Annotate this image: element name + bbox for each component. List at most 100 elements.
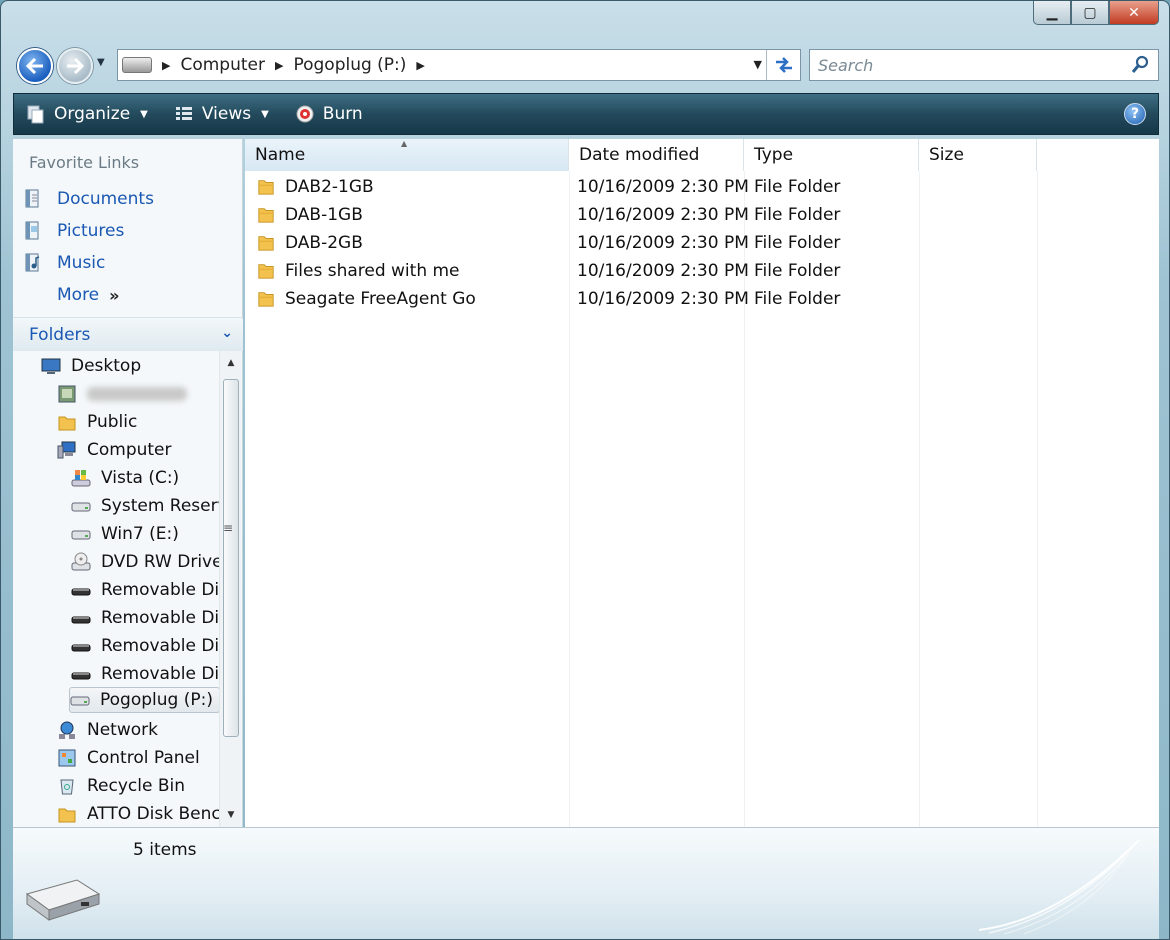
dvd-drive-icon — [71, 552, 91, 571]
desktop-icon — [41, 358, 61, 374]
burn-button[interactable]: Burn — [295, 104, 363, 124]
tree-item-user[interactable] — [57, 381, 187, 407]
file-name-cell[interactable]: DAB2-1GB — [257, 173, 374, 201]
search-box[interactable]: Search — [809, 49, 1159, 81]
search-input[interactable]: Search — [818, 56, 873, 75]
tree-item-desktop[interactable]: Desktop — [41, 353, 141, 379]
tree-item-label: Computer — [87, 440, 172, 460]
column-header-label: Name — [255, 145, 306, 165]
file-row[interactable]: Files shared with me 10/16/2009 2:30 PM … — [245, 257, 1159, 285]
tree-item-removable-disk[interactable]: Removable Dis — [71, 605, 219, 631]
tree-item-win7-e[interactable]: Win7 (E:) — [71, 521, 179, 547]
scroll-down-arrow-icon[interactable]: ▼ — [220, 805, 242, 825]
navigation-bar: ▼ ▶ Computer ▶ Pogoplug (P:) ▶ ▼ Search — [13, 45, 1159, 87]
views-button[interactable]: Views ▼ — [174, 104, 269, 124]
breadcrumb-arrow-icon[interactable]: ▶ — [162, 59, 170, 72]
file-date: 10/16/2009 2:30 PM — [577, 233, 749, 253]
favorite-link-label: Music — [57, 253, 106, 273]
pictures-icon — [25, 221, 39, 240]
organize-label: Organize — [54, 104, 131, 124]
file-date: 10/16/2009 2:30 PM — [577, 289, 749, 309]
folder-tree: Desktop Public Computer Vista (C:) Syste… — [13, 351, 219, 827]
file-type: File Folder — [754, 233, 841, 253]
maximize-button[interactable]: ▢ — [1071, 1, 1109, 25]
scrollbar-thumb[interactable] — [223, 379, 239, 737]
tree-item-pogoplug-p[interactable]: Pogoplug (P:) — [69, 687, 219, 713]
column-header-size[interactable]: Size — [919, 139, 1037, 171]
breadcrumb-pogoplug[interactable]: Pogoplug (P:) — [293, 55, 406, 75]
more-links-button[interactable]: More » — [57, 283, 120, 307]
file-row[interactable]: Seagate FreeAgent Go 10/16/2009 2:30 PM … — [245, 285, 1159, 313]
address-dropdown-icon[interactable]: ▼ — [754, 58, 762, 71]
file-type: File Folder — [754, 205, 841, 225]
folder-icon — [258, 264, 274, 279]
burn-label: Burn — [322, 104, 363, 124]
tree-item-removable-disk[interactable]: Removable Dis — [71, 661, 219, 687]
file-row[interactable]: DAB2-1GB 10/16/2009 2:30 PM File Folder — [245, 173, 1159, 201]
file-row[interactable]: DAB-2GB 10/16/2009 2:30 PM File Folder — [245, 229, 1159, 257]
organize-button[interactable]: Organize ▼ — [26, 104, 148, 124]
double-chevron-icon: » — [109, 285, 120, 305]
file-type: File Folder — [754, 289, 841, 309]
breadcrumb-arrow-icon[interactable]: ▶ — [416, 59, 424, 72]
search-icon[interactable] — [1130, 55, 1150, 75]
removable-disk-icon — [71, 616, 91, 624]
file-name-cell[interactable]: DAB-1GB — [257, 201, 363, 229]
favorite-link-music[interactable]: Music — [23, 251, 105, 275]
chevron-down-icon[interactable]: ⌄ — [221, 325, 233, 341]
help-icon[interactable]: ? — [1124, 103, 1146, 125]
file-row[interactable]: DAB-1GB 10/16/2009 2:30 PM File Folder — [245, 201, 1159, 229]
recycle-bin-icon — [60, 779, 74, 795]
tree-item-control-panel[interactable]: Control Panel — [57, 745, 200, 771]
tree-item-system-reserved[interactable]: System Reserve — [71, 493, 219, 519]
drive-icon — [71, 530, 91, 540]
file-name: DAB2-1GB — [285, 177, 374, 197]
tree-item-dvd-drive[interactable]: DVD RW Drive — [71, 549, 219, 575]
breadcrumb-computer[interactable]: Computer — [180, 55, 265, 75]
file-name-cell[interactable]: Files shared with me — [257, 257, 460, 285]
organize-icon — [27, 105, 44, 124]
network-icon — [59, 721, 75, 739]
tree-item-label: Removable Dis — [101, 636, 219, 656]
favorite-link-pictures[interactable]: Pictures — [23, 219, 124, 243]
explorer-window: ▁ ▢ ✕ ▼ ▶ Computer ▶ Pogoplug (P:) ▶ ▼ S… — [0, 0, 1170, 940]
recent-pages-dropdown[interactable]: ▼ — [97, 57, 111, 75]
forward-arrow-icon — [67, 58, 84, 74]
column-header-date-modified[interactable]: Date modified — [569, 139, 744, 171]
column-header-label: Date modified — [579, 145, 700, 165]
file-name-cell[interactable]: Seagate FreeAgent Go — [257, 285, 476, 313]
item-count: 5 items — [133, 840, 197, 860]
music-icon — [25, 253, 40, 272]
computer-icon — [57, 441, 76, 459]
folders-title: Folders — [29, 325, 91, 345]
tree-item-recycle-bin[interactable]: Recycle Bin — [57, 773, 185, 799]
tree-item-public[interactable]: Public — [57, 409, 137, 435]
forward-button[interactable] — [57, 48, 93, 84]
tree-item-atto-disk-bench[interactable]: ATTO Disk Bencl — [57, 801, 219, 827]
navigation-pane: Favorite Links Documents Pictures Music … — [13, 139, 243, 827]
windows-drive-icon — [71, 470, 91, 487]
column-header-type[interactable]: Type — [744, 139, 919, 171]
close-button[interactable]: ✕ — [1109, 1, 1159, 25]
file-name: DAB-1GB — [285, 205, 363, 225]
file-name: DAB-2GB — [285, 233, 363, 253]
address-bar[interactable]: ▶ Computer ▶ Pogoplug (P:) ▶ ▼ — [117, 49, 801, 81]
breadcrumb-arrow-icon[interactable]: ▶ — [275, 59, 283, 72]
chevron-down-icon: ▼ — [261, 108, 269, 120]
scroll-up-arrow-icon[interactable]: ▲ — [220, 353, 242, 373]
tree-item-removable-disk[interactable]: Removable Dis — [71, 577, 219, 603]
tree-item-removable-disk[interactable]: Removable Dis — [71, 633, 219, 659]
back-button[interactable] — [17, 48, 53, 84]
favorite-link-documents[interactable]: Documents — [23, 187, 154, 211]
file-name-cell[interactable]: DAB-2GB — [257, 229, 363, 257]
folder-icon — [258, 292, 274, 307]
refresh-button[interactable] — [766, 50, 800, 80]
tree-item-computer[interactable]: Computer — [57, 437, 172, 463]
folders-header[interactable]: Folders ⌄ — [13, 319, 243, 351]
tree-item-network[interactable]: Network — [57, 717, 158, 743]
tree-item-label: Pogoplug (P:) — [100, 690, 213, 710]
folder-tree-scrollbar[interactable]: ▲ ≡ ▼ — [219, 351, 241, 827]
network-drive-icon — [70, 696, 90, 706]
minimize-button[interactable]: ▁ — [1033, 1, 1071, 25]
tree-item-vista-c[interactable]: Vista (C:) — [71, 465, 179, 491]
